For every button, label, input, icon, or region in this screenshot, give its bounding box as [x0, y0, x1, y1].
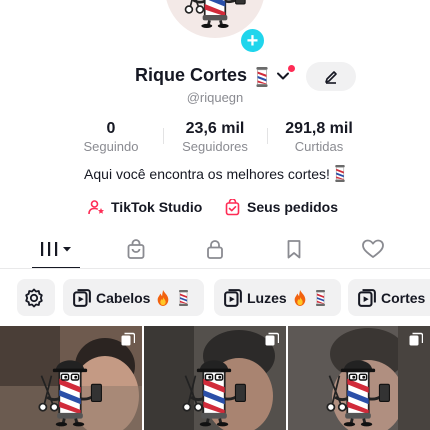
bio-text: Aqui você encontra os melhores cortes! [84, 166, 330, 182]
barber-pole-emoji [178, 290, 189, 306]
playlist-icon [224, 289, 242, 307]
barber-pole-emoji [315, 290, 326, 306]
bio[interactable]: Aqui você encontra os melhores cortes! [0, 165, 430, 182]
stat-value: 0 [106, 120, 116, 137]
lock-icon [207, 240, 223, 259]
gear-icon [24, 288, 43, 307]
edit-profile-button[interactable] [306, 62, 356, 91]
barber-pole-emoji [255, 67, 269, 87]
fire-emoji [156, 290, 170, 306]
stat-following[interactable]: 0 Seguindo [61, 120, 161, 154]
pencil-icon [325, 70, 337, 84]
tab-saved[interactable] [264, 232, 324, 266]
playlist-settings-button[interactable] [17, 279, 55, 316]
person-star-icon [88, 199, 104, 214]
notification-dot [288, 65, 295, 72]
plus-icon: + [246, 29, 259, 52]
stat-value: 291,8 mil [285, 120, 353, 137]
stat-divider [267, 128, 268, 144]
tab-private[interactable] [185, 232, 245, 266]
shopping-bag-icon [127, 239, 145, 259]
video-thumbnail[interactable] [144, 326, 286, 430]
add-avatar-button[interactable]: + [239, 27, 266, 54]
playlist-icon [73, 289, 91, 307]
chevron-down-icon[interactable] [276, 69, 290, 83]
stat-divider [163, 128, 164, 144]
playlist-chip-cabelos[interactable]: Cabelos [63, 279, 205, 316]
carousel-icon [121, 332, 135, 346]
chip-label: Cabelos [96, 289, 151, 306]
stat-likes[interactable]: 291,8 mil Curtidas [269, 120, 369, 154]
carousel-icon [409, 332, 423, 346]
playlist-chip-cortes[interactable]: Cortes [348, 279, 430, 316]
grid-bars-icon [41, 242, 71, 256]
username: @riquegn [186, 90, 244, 105]
tab-videos[interactable] [26, 232, 86, 266]
stat-label: Seguidores [182, 139, 248, 154]
carousel-icon [265, 332, 279, 346]
stat-followers[interactable]: 23,6 mil Seguidores [165, 120, 265, 154]
stat-label: Seguindo [83, 139, 139, 154]
barber-pole-emoji [334, 165, 346, 182]
playlist-icon [358, 289, 376, 307]
chip-label: Cortes [381, 289, 426, 306]
stat-value: 23,6 mil [185, 120, 245, 137]
link-label: Seus pedidos [247, 199, 339, 215]
video-grid [0, 326, 430, 430]
playlist-bar: Cabelos Luzes Cortes [0, 279, 430, 317]
video-thumbnail[interactable] [288, 326, 430, 430]
link-label: TikTok Studio [111, 199, 203, 215]
chip-label: Luzes [247, 289, 287, 306]
tabs-divider [0, 268, 430, 269]
playlist-chip-luzes[interactable]: Luzes [214, 279, 341, 316]
tab-liked[interactable] [343, 232, 403, 266]
fire-emoji [293, 290, 307, 306]
profile-tabs [0, 232, 430, 269]
display-name[interactable]: Rique Cortes [135, 65, 247, 86]
stat-label: Curtidas [294, 139, 344, 154]
seus-pedidos-link[interactable]: Seus pedidos [224, 197, 338, 217]
tiktok-studio-link[interactable]: TikTok Studio [88, 197, 202, 217]
video-thumbnail[interactable] [0, 326, 142, 430]
profile-name-row: Rique Cortes [0, 62, 430, 91]
order-bag-icon [225, 198, 240, 215]
bookmark-icon [287, 240, 301, 259]
heart-icon [362, 239, 384, 258]
tab-shop[interactable] [106, 232, 166, 266]
